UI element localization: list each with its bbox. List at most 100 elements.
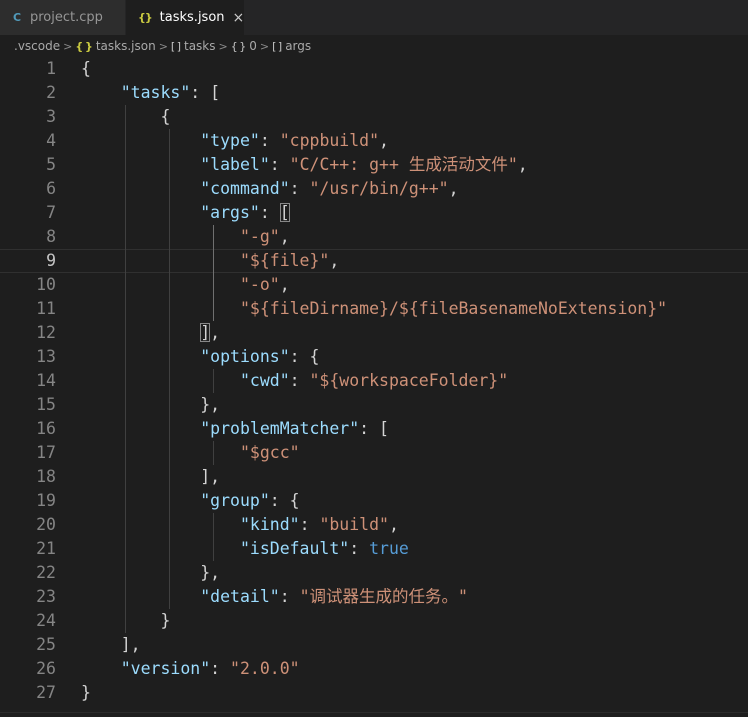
breadcrumb-symbol-tasks[interactable]: [ ] tasks: [171, 39, 216, 53]
json-string: "${fileDirname}/${fileBasenameNoExtensio…: [239, 299, 668, 318]
code-line[interactable]: 21 "isDefault": true: [0, 537, 748, 561]
chevron-right-icon: >: [158, 39, 168, 53]
code-line[interactable]: 15 },: [0, 393, 748, 417]
json-key: "type": [200, 131, 260, 150]
punctuation: :: [259, 131, 280, 150]
punctuation: ,: [517, 155, 528, 174]
indentation: [81, 635, 121, 654]
line-number: 23: [36, 587, 56, 606]
punctuation: {: [160, 107, 171, 126]
breadcrumb-symbol-args[interactable]: [ ] args: [272, 39, 311, 53]
json-string: "$gcc": [239, 443, 300, 462]
line-number: 22: [36, 563, 56, 582]
code-text: },: [81, 561, 220, 585]
code-line[interactable]: 1{: [0, 57, 748, 81]
indentation: [81, 347, 200, 366]
json-string: "/usr/bin/g++": [309, 179, 449, 198]
horizontal-scrollbar[interactable]: [0, 712, 748, 717]
tab-tasks-json[interactable]: {} tasks.json ×: [126, 0, 244, 35]
code-line[interactable]: 17 "$gcc": [0, 441, 748, 465]
line-number: 2: [46, 83, 56, 102]
breadcrumb-symbol-index[interactable]: { } 0: [231, 39, 257, 53]
line-number: 5: [46, 155, 56, 174]
tab-label: tasks.json: [159, 10, 225, 25]
code-line[interactable]: 12 ],: [0, 321, 748, 345]
code-line[interactable]: 23 "detail": "调试器生成的任务。": [0, 585, 748, 609]
json-key: "args": [200, 203, 260, 222]
json-string: "C/C++: g++ 生成活动文件": [289, 155, 518, 174]
punctuation: },: [200, 563, 221, 582]
code-text: "detail": "调试器生成的任务。": [81, 585, 468, 609]
code-text: "version": "2.0.0": [81, 657, 300, 681]
breadcrumb-file[interactable]: { } tasks.json: [75, 39, 155, 53]
indentation: [81, 203, 200, 222]
chevron-right-icon: >: [259, 39, 270, 53]
code-text: "args": [: [81, 201, 290, 225]
line-number: 27: [36, 683, 56, 702]
indentation: [81, 563, 200, 582]
json-key: "label": [200, 155, 270, 174]
indentation: [81, 299, 240, 318]
indentation: [81, 275, 240, 294]
punctuation: :: [349, 539, 370, 558]
punctuation: {: [81, 59, 91, 78]
line-number: 18: [36, 467, 56, 486]
breadcrumb-folder[interactable]: .vscode: [14, 39, 60, 53]
line-number: 20: [36, 515, 56, 534]
code-text: "problemMatcher": [: [81, 417, 389, 441]
indentation: [81, 467, 200, 486]
line-number: 25: [36, 635, 56, 654]
code-line[interactable]: 20 "kind": "build",: [0, 513, 748, 537]
close-icon[interactable]: ×: [233, 10, 245, 26]
code-editor[interactable]: 1{2 "tasks": [3 {4 "type": "cppbuild", 5 …: [0, 57, 748, 713]
json-key: "kind": [239, 515, 300, 534]
code-line[interactable]: 13 "options": {: [0, 345, 748, 369]
code-line[interactable]: 16 "problemMatcher": [: [0, 417, 748, 441]
code-line[interactable]: 2 "tasks": [: [0, 81, 748, 105]
json-key: "cwd": [239, 371, 290, 390]
code-line[interactable]: 14 "cwd": "${workspaceFolder}": [0, 369, 748, 393]
code-line[interactable]: 26 "version": "2.0.0": [0, 657, 748, 681]
tab-label: project.cpp: [30, 10, 103, 25]
code-line[interactable]: 6 "command": "/usr/bin/g++",: [0, 177, 748, 201]
line-number: 1: [46, 59, 56, 78]
json-key: "isDefault": [239, 539, 350, 558]
line-number: 21: [36, 539, 56, 558]
line-number: 14: [36, 371, 56, 390]
code-text: "${fileDirname}/${fileBasenameNoExtensio…: [81, 297, 667, 321]
indentation: [81, 131, 200, 150]
code-text: }: [81, 609, 170, 633]
indentation: [81, 83, 121, 102]
code-line[interactable]: 11 "${fileDirname}/${fileBasenameNoExten…: [0, 297, 748, 321]
indentation: [81, 491, 200, 510]
line-number: 15: [36, 395, 56, 414]
code-line[interactable]: 5 "label": "C/C++: g++ 生成活动文件",: [0, 153, 748, 177]
code-line[interactable]: 19 "group": {: [0, 489, 748, 513]
punctuation: : [: [190, 83, 221, 102]
code-line[interactable]: 24 }: [0, 609, 748, 633]
punctuation: :: [289, 371, 310, 390]
code-line[interactable]: 22 },: [0, 561, 748, 585]
code-line[interactable]: 3 {: [0, 105, 748, 129]
code-line[interactable]: 7 "args": [: [0, 201, 748, 225]
punctuation: }: [81, 683, 91, 702]
code-line[interactable]: 8 "-g",: [0, 225, 748, 249]
code-line[interactable]: 25 ],: [0, 633, 748, 657]
indentation: [81, 539, 240, 558]
code-text: {: [81, 57, 91, 81]
punctuation: },: [200, 395, 221, 414]
code-text: "label": "C/C++: g++ 生成活动文件",: [81, 153, 528, 177]
punctuation: ,: [210, 323, 221, 342]
breadcrumb: .vscode > { } tasks.json > [ ] tasks > { }…: [0, 35, 748, 57]
breadcrumb-file-label: tasks.json: [95, 39, 156, 53]
tab-project-cpp[interactable]: C project.cpp: [0, 0, 126, 35]
code-line[interactable]: 18 ],: [0, 465, 748, 489]
code-line[interactable]: 27}: [0, 681, 748, 705]
code-line[interactable]: 9 "${file}",: [0, 249, 748, 273]
code-line[interactable]: 10 "-o",: [0, 273, 748, 297]
code-text: "group": {: [81, 489, 299, 513]
json-key: "tasks": [120, 83, 191, 102]
code-text: "type": "cppbuild",: [81, 129, 389, 153]
json-key: "version": [120, 659, 211, 678]
code-line[interactable]: 4 "type": "cppbuild",: [0, 129, 748, 153]
